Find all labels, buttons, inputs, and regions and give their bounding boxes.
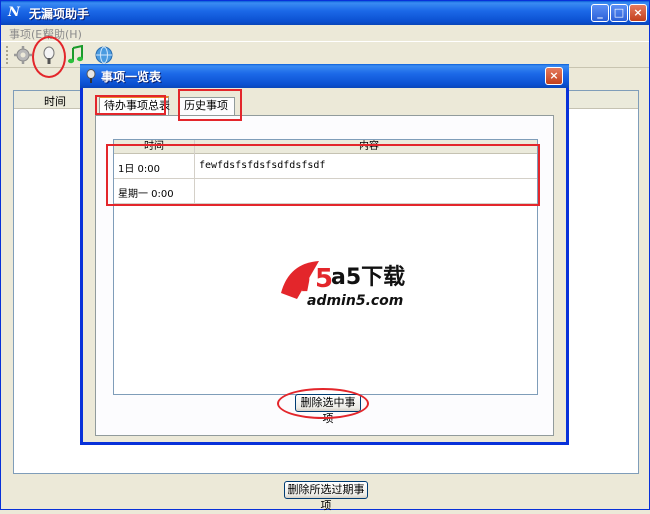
a5-logo-watermark: a 5 a5下载 admin5.com (279, 255, 419, 315)
watermark-domain: admin5.com (307, 293, 404, 309)
app-icon: N (8, 5, 20, 20)
gear-icon[interactable] (13, 45, 33, 65)
menu-bar: 事项(E) 帮助(H) (1, 25, 649, 41)
dialog-titlebar[interactable]: 事项一览表 × (80, 64, 569, 88)
close-button[interactable]: × (629, 4, 647, 22)
music-note-icon[interactable] (66, 44, 86, 65)
dialog-close-button[interactable]: × (545, 67, 563, 85)
annotation-ellipse-delete (277, 388, 369, 419)
delete-expired-button[interactable]: 删除所选过期事项 (284, 481, 368, 512)
main-titlebar[interactable]: N 无漏项助手 _ □ × (1, 1, 649, 25)
pin-icon (85, 69, 97, 83)
maximize-button[interactable]: □ (610, 4, 628, 22)
toolbar-grip[interactable] (6, 46, 8, 64)
annotation-rect-grid-rows (106, 144, 540, 206)
main-list-column-time[interactable]: 时间 (44, 93, 66, 109)
window-title: 无漏项助手 (29, 7, 90, 21)
watermark-logo-text: a5下载 (331, 265, 406, 290)
annotation-rect-history-tab (178, 89, 242, 121)
minimize-button[interactable]: _ (591, 4, 609, 22)
annotation-rect-todo-tab (95, 95, 166, 115)
globe-icon[interactable] (94, 45, 114, 65)
annotation-ellipse (32, 36, 66, 78)
dialog-title: 事项一览表 (101, 70, 162, 84)
